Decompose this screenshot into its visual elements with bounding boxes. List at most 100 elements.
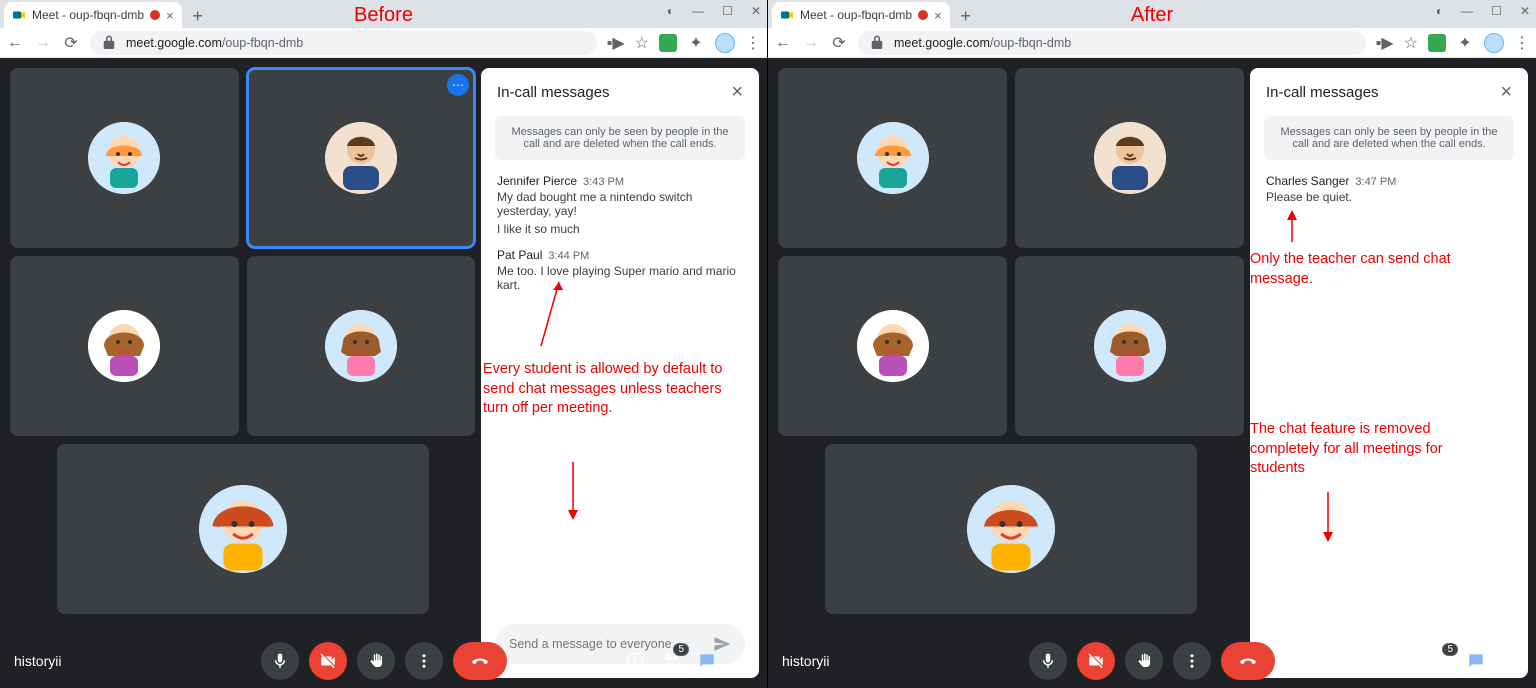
meet-body: In-call messages × Messages can only be … [768, 58, 1536, 688]
after-pane: After Meet - oup-fbqn-dmb × + ◐ — ☐ ✕ ← … [768, 0, 1536, 688]
participant-tile[interactable] [778, 68, 1007, 248]
annotation-text: The chat feature is removed completely f… [1250, 420, 1500, 479]
annotation-arrow-icon [1280, 208, 1304, 248]
avatar-child-3 [1094, 310, 1166, 382]
meet-favicon-icon [780, 8, 794, 22]
omnibox[interactable]: meet.google.com/oup-fbqn-dmb [858, 31, 1366, 55]
extensions-button[interactable]: ✦ [1456, 34, 1474, 52]
lock-icon [868, 34, 886, 52]
play-media-icon[interactable]: ◐ [1436, 4, 1443, 18]
chat-button[interactable] [1466, 651, 1486, 671]
new-tab-button[interactable]: + [954, 4, 978, 28]
omnibox[interactable]: meet.google.com/oup-fbqn-dmb [90, 31, 597, 55]
mic-button[interactable] [1029, 642, 1067, 680]
participant-tile[interactable] [778, 256, 1007, 436]
mic-button[interactable] [261, 642, 299, 680]
chat-message: Charles Sanger3:47 PM Please be quiet. [1266, 174, 1512, 204]
nav-forward-button[interactable]: → [802, 34, 820, 52]
avatar-child-1 [857, 122, 929, 194]
avatar-teacher [1094, 122, 1166, 194]
end-call-button[interactable] [453, 642, 507, 680]
browser-tab[interactable]: Meet - oup-fbqn-dmb × [772, 2, 950, 28]
raise-hand-button[interactable] [1125, 642, 1163, 680]
avatar-child-1 [88, 122, 160, 194]
annotation-arrow-icon [563, 458, 583, 528]
participant-tile[interactable] [10, 68, 239, 248]
info-button[interactable] [1394, 651, 1414, 671]
meet-body: ⋯ [0, 58, 767, 688]
annotation-arrow-icon [1316, 488, 1340, 548]
nav-back-button[interactable]: ← [6, 34, 24, 52]
meeting-name: historyii [14, 653, 61, 669]
chat-close-button[interactable]: × [731, 82, 743, 102]
browser-tab[interactable]: Meet - oup-fbqn-dmb × [4, 2, 182, 28]
profile-avatar[interactable] [1484, 33, 1504, 53]
window-minimize-button[interactable]: — [692, 4, 704, 18]
record-indicator-icon [150, 10, 160, 20]
avatar-child-2 [857, 310, 929, 382]
window-close-button[interactable]: ✕ [1520, 4, 1530, 18]
extension-green-icon[interactable] [659, 34, 677, 52]
participant-self-tile[interactable] [825, 444, 1198, 614]
browser-menu-button[interactable]: ⋮ [745, 33, 761, 53]
window-close-button[interactable]: ✕ [751, 4, 761, 18]
window-maximize-button[interactable]: ☐ [1491, 4, 1502, 18]
annotation-arrow-icon [531, 276, 571, 356]
chat-panel: In-call messages × Messages can only be … [481, 68, 759, 678]
info-button[interactable] [625, 651, 645, 671]
chat-message: Jennifer Pierce3:43 PM My dad bought me … [497, 174, 743, 236]
new-tab-button[interactable]: + [186, 4, 210, 28]
camera-off-button[interactable] [309, 642, 347, 680]
meet-favicon-icon [12, 8, 26, 22]
chat-notice: Messages can only be seen by people in t… [495, 116, 745, 160]
meeting-name: historyii [782, 653, 829, 669]
participant-tile[interactable] [1015, 68, 1244, 248]
nav-reload-button[interactable]: ⟳ [62, 34, 80, 52]
activities-button[interactable] [733, 651, 753, 671]
address-bar: ← → ⟳ meet.google.com/oup-fbqn-dmb ▪▶ ☆ … [768, 28, 1536, 58]
chat-close-button[interactable]: × [1500, 82, 1512, 102]
raise-hand-button[interactable] [357, 642, 395, 680]
avatar-teacher [325, 122, 397, 194]
chat-notice: Messages can only be seen by people in t… [1264, 116, 1514, 160]
participant-count-badge: 5 [1442, 643, 1458, 656]
activities-button[interactable] [1502, 651, 1522, 671]
end-call-button[interactable] [1221, 642, 1275, 680]
extensions-button[interactable]: ✦ [687, 34, 705, 52]
people-button[interactable]: 5 [661, 651, 681, 671]
window-minimize-button[interactable]: — [1461, 4, 1473, 18]
chat-title: In-call messages [497, 84, 610, 101]
nav-back-button[interactable]: ← [774, 34, 792, 52]
tab-title: Meet - oup-fbqn-dmb [800, 8, 912, 22]
camera-off-button[interactable] [1077, 642, 1115, 680]
more-options-button[interactable] [1173, 642, 1211, 680]
participant-tile[interactable] [1015, 256, 1244, 436]
chat-button[interactable] [697, 651, 717, 671]
play-media-icon[interactable]: ◐ [667, 4, 674, 18]
avatar-self [967, 485, 1055, 573]
more-options-button[interactable] [405, 642, 443, 680]
lock-icon [100, 34, 118, 52]
bookmark-star-icon[interactable]: ☆ [635, 33, 649, 53]
bookmark-star-icon[interactable]: ☆ [1404, 33, 1418, 53]
camera-indicator-icon[interactable]: ▪▶ [1376, 33, 1394, 53]
chat-title: In-call messages [1266, 84, 1379, 101]
browser-menu-button[interactable]: ⋮ [1514, 33, 1530, 53]
camera-indicator-icon[interactable]: ▪▶ [607, 33, 625, 53]
chat-panel: In-call messages × Messages can only be … [1250, 68, 1528, 678]
nav-forward-button[interactable]: → [34, 34, 52, 52]
nav-reload-button[interactable]: ⟳ [830, 34, 848, 52]
window-maximize-button[interactable]: ☐ [722, 4, 733, 18]
before-pane: Before Meet - oup-fbqn-dmb × + ◐ — ☐ ✕ ←… [0, 0, 768, 688]
extension-green-icon[interactable] [1428, 34, 1446, 52]
participant-self-tile[interactable] [57, 444, 429, 614]
record-indicator-icon [918, 10, 928, 20]
people-button[interactable]: 5 [1430, 651, 1450, 671]
tab-close-button[interactable]: × [166, 8, 174, 23]
participant-tile[interactable] [247, 256, 476, 436]
participant-tile[interactable] [10, 256, 239, 436]
profile-avatar[interactable] [715, 33, 735, 53]
tab-close-button[interactable]: × [934, 8, 942, 23]
tile-menu-button[interactable]: ⋯ [447, 74, 469, 96]
participant-tile-selected[interactable]: ⋯ [247, 68, 476, 248]
